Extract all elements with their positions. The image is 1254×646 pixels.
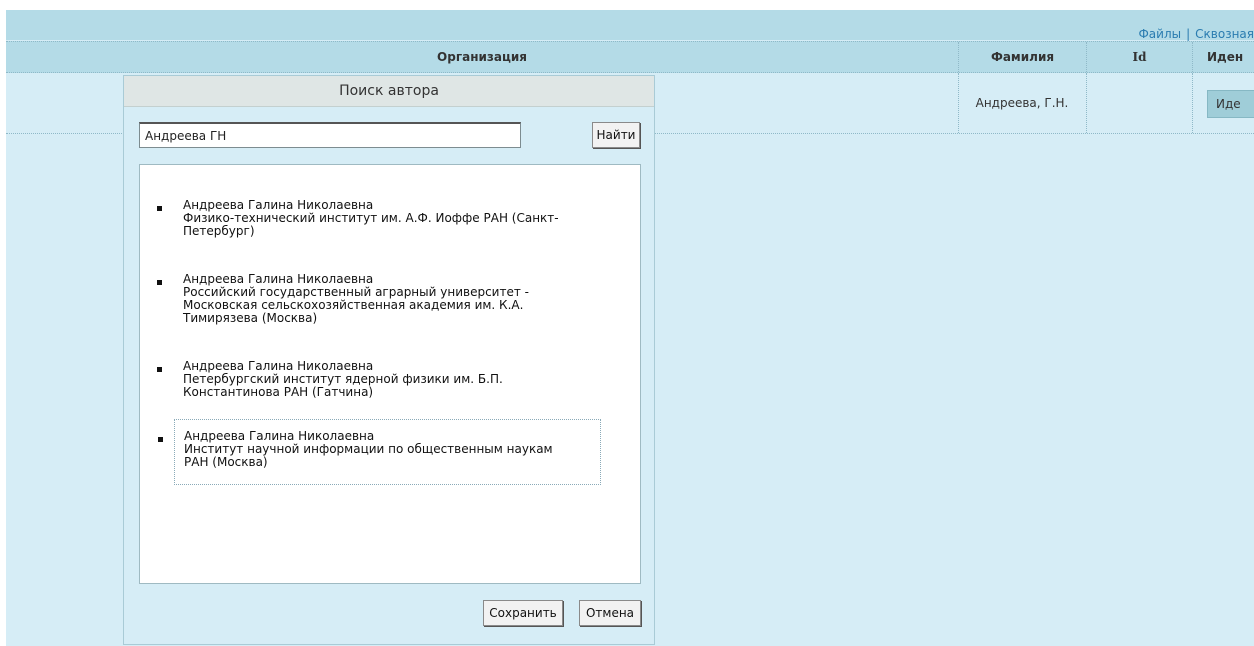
search-results-list[interactable]: Андреева Галина Николаевна Физико-технич…	[139, 164, 641, 584]
top-links: Файлы | Сквозная	[1138, 27, 1254, 41]
dialog-title: Поиск автора	[124, 76, 654, 107]
top-bar: Файлы | Сквозная	[6, 10, 1254, 41]
surname-value: Андреева, Г.Н.	[975, 96, 1069, 110]
bullet-icon	[157, 280, 162, 285]
result-org: Тимирязева (Москва)	[183, 311, 318, 325]
list-item[interactable]: Андреева Галина Николаевна Физико-технич…	[157, 197, 601, 238]
list-item-selected[interactable]: Андреева Галина Николаевна Институт науч…	[158, 419, 601, 485]
save-button[interactable]: Сохранить	[483, 600, 563, 626]
bullet-icon	[157, 206, 162, 211]
result-org: Петербург)	[183, 224, 255, 238]
files-link[interactable]: Файлы	[1138, 27, 1181, 41]
id-cell	[1086, 73, 1192, 133]
author-search-dialog: Поиск автора Найти Андреева Галина Никол…	[123, 75, 655, 645]
link-separator: |	[1186, 27, 1191, 41]
identify-button[interactable]: Иде	[1207, 90, 1254, 118]
list-item[interactable]: Андреева Галина Николаевна Петербургский…	[157, 358, 601, 399]
list-item[interactable]: Андреева Галина Николаевна Российский го…	[157, 271, 601, 325]
column-header-identify[interactable]: Иден	[1192, 42, 1254, 72]
column-header-id[interactable]: Id	[1086, 42, 1192, 72]
find-button[interactable]: Найти	[592, 122, 640, 148]
result-org: РАН (Москва)	[184, 455, 268, 469]
cancel-button[interactable]: Отмена	[579, 600, 641, 626]
bullet-icon	[158, 437, 163, 442]
result-org: Константинова РАН (Гатчина)	[183, 385, 374, 399]
crosscut-link[interactable]: Сквозная	[1195, 27, 1254, 41]
column-header-organization[interactable]: Организация	[6, 42, 958, 72]
bullet-icon	[157, 367, 162, 372]
column-header-surname[interactable]: Фамилия	[958, 42, 1086, 72]
author-search-input[interactable]	[139, 122, 521, 148]
table-header: Организация Фамилия Id Иден	[6, 41, 1254, 73]
